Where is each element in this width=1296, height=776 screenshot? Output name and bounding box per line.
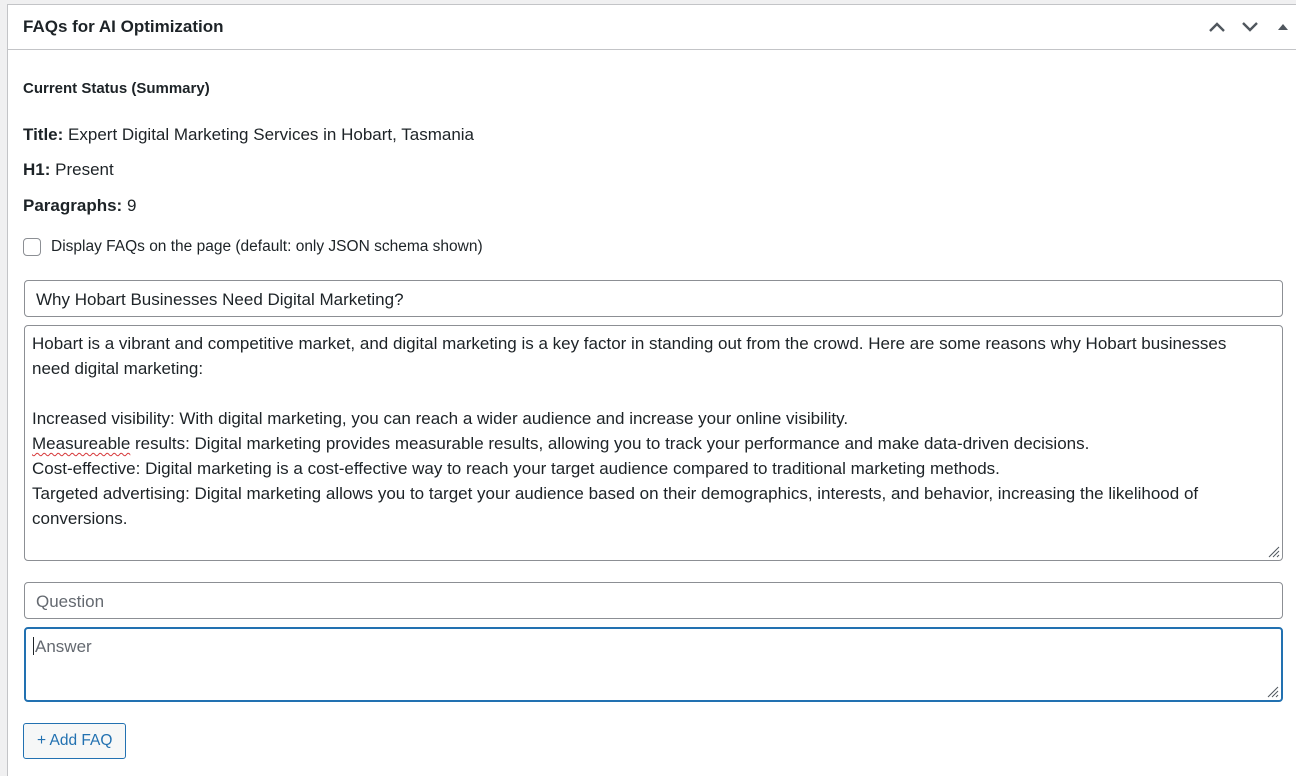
answer-line: conversions. [32,509,128,528]
status-title: Title: Expert Digital Marketing Services… [23,125,474,145]
status-title-value: Expert Digital Marketing Services in Hob… [68,125,475,144]
faq-answer-textarea[interactable]: Hobart is a vibrant and competitive mark… [24,325,1283,561]
chevron-up-icon [1209,22,1225,32]
faq-question-input[interactable]: Why Hobart Businesses Need Digital Marke… [24,280,1283,317]
new-answer-placeholder: Answer [35,637,92,656]
resize-handle-icon[interactable] [1265,684,1279,698]
display-faqs-label[interactable]: Display FAQs on the page (default: only … [51,238,483,256]
display-faqs-option: Display FAQs on the page (default: only … [23,238,483,256]
toggle-panel-button[interactable] [1271,15,1295,39]
answer-line: Targeted advertising: Digital marketing … [32,484,1199,503]
display-faqs-checkbox[interactable] [23,238,41,256]
new-question-input[interactable]: Question [24,582,1283,619]
status-h1-value: Present [55,160,114,179]
status-h1-label: H1: [23,160,51,179]
status-paragraphs-label: Paragraphs: [23,196,123,215]
answer-line: Increased visibility: With digital marke… [32,409,849,428]
status-heading: Current Status (Summary) [23,80,210,97]
add-faq-button[interactable]: + Add FAQ [23,723,127,759]
postbox-title: FAQs for AI Optimization [23,17,224,36]
triangle-up-icon [1278,24,1288,30]
status-paragraphs: Paragraphs: 9 [23,196,136,216]
resize-handle-icon[interactable] [1266,544,1280,558]
answer-line: Hobart is a vibrant and competitive mark… [32,334,1227,353]
move-down-button[interactable] [1238,15,1262,39]
text-caret [33,637,34,655]
status-paragraphs-value: 9 [126,196,137,215]
status-h1: H1: Present [23,160,114,180]
answer-line: results: Digital marketing provides meas… [130,434,1090,453]
faq-postbox: FAQs for AI Optimization Current Status … [7,4,1296,776]
postbox-header: FAQs for AI Optimization [8,5,1296,50]
answer-line: need digital marketing: [32,359,204,378]
chevron-down-icon [1242,22,1258,32]
new-answer-textarea[interactable]: Answer [24,627,1283,702]
status-title-label: Title: [23,125,64,144]
move-up-button[interactable] [1205,15,1229,39]
misspelled-word: Measureable [32,434,131,453]
answer-line: Cost-effective: Digital marketing is a c… [32,459,1000,478]
